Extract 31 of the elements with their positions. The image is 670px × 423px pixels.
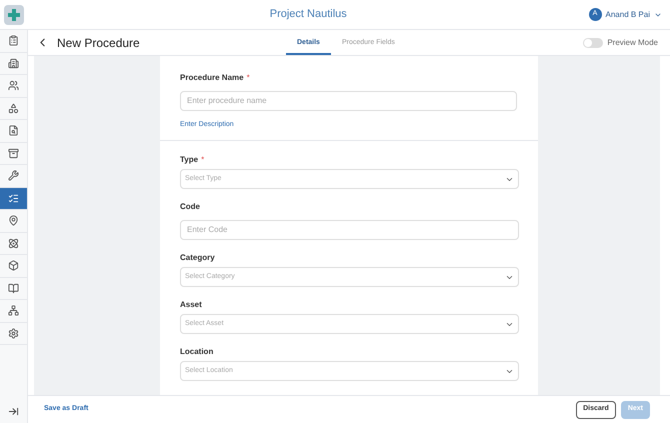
required-mark: * xyxy=(201,155,204,165)
file-search-icon xyxy=(8,125,19,136)
checklist-icon xyxy=(8,192,19,204)
preview-toggle[interactable] xyxy=(583,38,604,48)
atom-icon xyxy=(8,238,19,249)
field-label: Code xyxy=(180,202,200,212)
field-label: Location xyxy=(180,347,214,357)
app-title: Project Nautilus xyxy=(268,7,348,22)
field-label: Category xyxy=(180,253,215,263)
shapes-icon xyxy=(8,102,19,114)
procedure-name-field[interactable]: Enter procedure name xyxy=(180,90,517,110)
code-field[interactable]: Enter Code xyxy=(180,220,519,240)
archive-icon xyxy=(8,148,19,159)
field-label: Type xyxy=(180,155,198,165)
building-icon xyxy=(8,58,19,69)
sidebar-item[interactable] xyxy=(0,188,27,210)
page-title: New Procedure xyxy=(57,34,140,52)
book-icon xyxy=(8,282,19,294)
field-label: Procedure Name xyxy=(180,73,244,83)
cube-icon xyxy=(8,260,19,272)
users-icon xyxy=(8,80,19,92)
preview-label: Preview Mode xyxy=(607,36,658,48)
required-mark: * xyxy=(246,73,250,83)
clipboard-icon xyxy=(8,35,19,46)
wrench-icon xyxy=(8,170,19,182)
map-pin-icon xyxy=(8,215,19,226)
expand-sidebar-icon[interactable] xyxy=(8,406,19,416)
hierarchy-icon xyxy=(8,305,19,316)
field-label: Asset xyxy=(180,300,202,310)
app-logo[interactable] xyxy=(4,4,24,24)
settings-icon xyxy=(8,328,19,339)
